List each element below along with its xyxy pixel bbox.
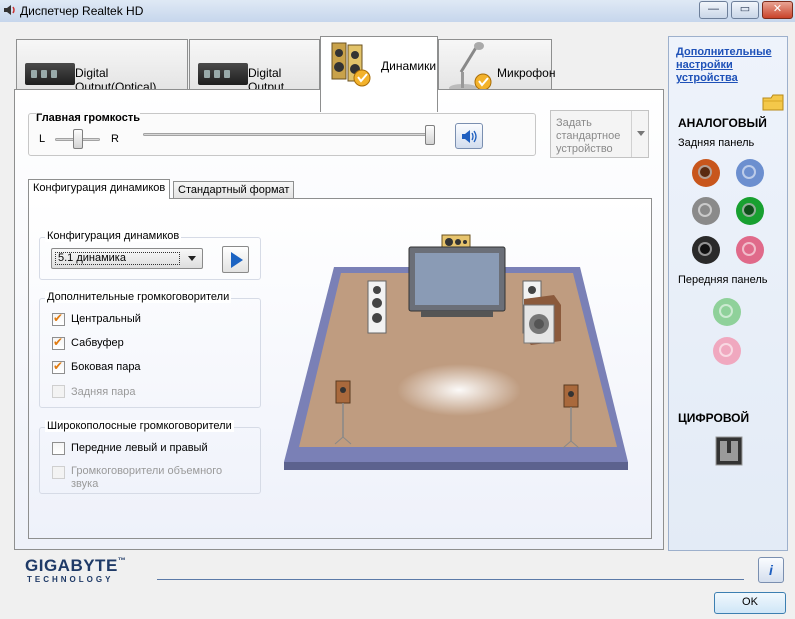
maximize-button[interactable]: ▭ bbox=[731, 1, 759, 19]
bottom-bar: GIGABYTE™ TECHNOLOGY i bbox=[0, 552, 795, 619]
subwoofer-label: Сабвуфер bbox=[71, 337, 124, 349]
extra-speakers-group: Дополнительные громкоговорители Централь… bbox=[39, 291, 261, 408]
side-pair-label: Боковая пара bbox=[71, 361, 141, 373]
speaker-configuration-panel: Конфигурация динамиков 5.1 динамика Допо… bbox=[28, 198, 652, 539]
spdif-optical-icon[interactable] bbox=[715, 436, 743, 466]
fullrange-speakers-title: Широкополосные громкоговорители bbox=[45, 420, 234, 432]
extra-speakers-title: Дополнительные громкоговорители bbox=[45, 291, 232, 303]
subwoofer bbox=[523, 295, 561, 345]
speakers-panel: Главная громкость L R Задать стандартное… bbox=[14, 89, 664, 550]
chevron-down-icon bbox=[188, 256, 196, 261]
speaker-volume-icon bbox=[462, 130, 477, 143]
brand-tm: ™ bbox=[117, 556, 127, 565]
folder-icon[interactable] bbox=[761, 92, 785, 112]
center-label: Центральный bbox=[71, 313, 141, 325]
realtek-speaker-icon bbox=[4, 5, 15, 15]
jack-rear-gray[interactable] bbox=[692, 197, 720, 225]
center-checkbox[interactable] bbox=[52, 311, 65, 326]
jack-rear-pink[interactable] bbox=[736, 236, 764, 264]
jack-rear-green[interactable] bbox=[736, 197, 764, 225]
digital-output-device-icon bbox=[198, 63, 248, 85]
subwoofer-checkbox[interactable] bbox=[52, 335, 65, 350]
tab-label: Стандартный формат bbox=[178, 184, 290, 196]
close-button[interactable]: ✕ bbox=[762, 1, 793, 19]
jack-front-green[interactable] bbox=[713, 298, 741, 326]
brand-sub: TECHNOLOGY bbox=[27, 575, 114, 584]
balance-slider-thumb[interactable] bbox=[73, 129, 83, 149]
divider-line bbox=[157, 579, 744, 580]
set-default-device-button[interactable]: Задать стандартное устройство bbox=[550, 110, 649, 158]
fullrange-speakers-group: Широкополосные громкоговорители Передние… bbox=[39, 420, 261, 494]
minimize-button[interactable]: — bbox=[699, 1, 728, 19]
speaker-config-value: 5.1 динамика bbox=[55, 252, 180, 265]
connector-sidebar: Дополнительные настройки устройства АНАЛ… bbox=[668, 36, 788, 551]
brand-name: GIGABYTE bbox=[25, 556, 118, 575]
balance-left-label: L bbox=[39, 133, 46, 145]
volume-slider-thumb[interactable] bbox=[425, 125, 435, 145]
rear-pair-label: Задняя пара bbox=[71, 386, 136, 398]
speaker-room-illustration[interactable] bbox=[269, 215, 649, 490]
tab-label: Динамики bbox=[381, 59, 437, 73]
info-button[interactable]: i bbox=[758, 557, 784, 583]
tab-speakers[interactable]: Динамики bbox=[320, 36, 438, 112]
surround-checkbox bbox=[52, 466, 65, 479]
speaker-config-select[interactable]: 5.1 динамика bbox=[51, 248, 203, 269]
client-area: Digital Output(Optical) Digital Output Д… bbox=[0, 22, 795, 619]
front-panel-label: Передняя панель bbox=[678, 274, 768, 286]
jack-rear-orange[interactable] bbox=[692, 159, 720, 187]
set-default-device-label: Задать стандартное устройство bbox=[556, 117, 621, 155]
rear-panel-label: Задняя панель bbox=[678, 137, 755, 149]
front-left-right-checkbox[interactable] bbox=[52, 442, 65, 455]
play-icon bbox=[231, 252, 243, 268]
digital-output-device-icon bbox=[25, 63, 75, 85]
analog-title: АНАЛОГОВЫЙ bbox=[678, 116, 767, 130]
window-title: Диспетчер Realtek HD bbox=[20, 4, 144, 18]
speaker-config-title: Конфигурация динамиков bbox=[45, 230, 182, 242]
set-default-device-dropdown[interactable] bbox=[631, 111, 649, 157]
digital-title: ЦИФРОВОЙ bbox=[678, 411, 750, 425]
tab-label: Микрофон bbox=[497, 66, 556, 80]
surround-label: Громкоговорители объемного звука bbox=[71, 465, 223, 490]
jack-front-pink[interactable] bbox=[713, 337, 741, 365]
chevron-down-icon bbox=[637, 131, 645, 136]
tab-label: Конфигурация динамиков bbox=[33, 182, 166, 194]
volume-slider-track[interactable] bbox=[143, 133, 433, 136]
side-pair-checkbox[interactable] bbox=[52, 359, 65, 374]
main-volume-group: Главная громкость L R bbox=[28, 112, 536, 156]
balance-right-label: R bbox=[111, 133, 119, 145]
title-bar: Диспетчер Realtek HD — ▭ ✕ bbox=[0, 0, 795, 22]
info-icon: i bbox=[769, 562, 773, 578]
front-left-right-label: Передние левый и правый bbox=[71, 442, 208, 454]
main-volume-title: Главная громкость bbox=[36, 112, 141, 124]
speakers-icon bbox=[331, 42, 371, 87]
jack-rear-black[interactable] bbox=[692, 236, 720, 264]
jack-rear-blue[interactable] bbox=[736, 159, 764, 187]
speaker-config-group: Конфигурация динамиков 5.1 динамика bbox=[39, 230, 261, 280]
play-test-button[interactable] bbox=[222, 246, 249, 273]
microphone-icon bbox=[449, 42, 492, 92]
front-left-speaker bbox=[367, 280, 387, 334]
tv-screen bbox=[408, 246, 506, 317]
tab-speaker-configuration[interactable]: Конфигурация динамиков bbox=[28, 179, 171, 199]
ok-button[interactable]: OK bbox=[714, 592, 786, 614]
advanced-device-settings-link[interactable]: Дополнительные настройки устройства bbox=[676, 46, 784, 85]
rear-pair-checkbox bbox=[52, 385, 65, 398]
mute-button[interactable] bbox=[455, 123, 483, 149]
gigabyte-logo: GIGABYTE™ bbox=[25, 556, 126, 576]
